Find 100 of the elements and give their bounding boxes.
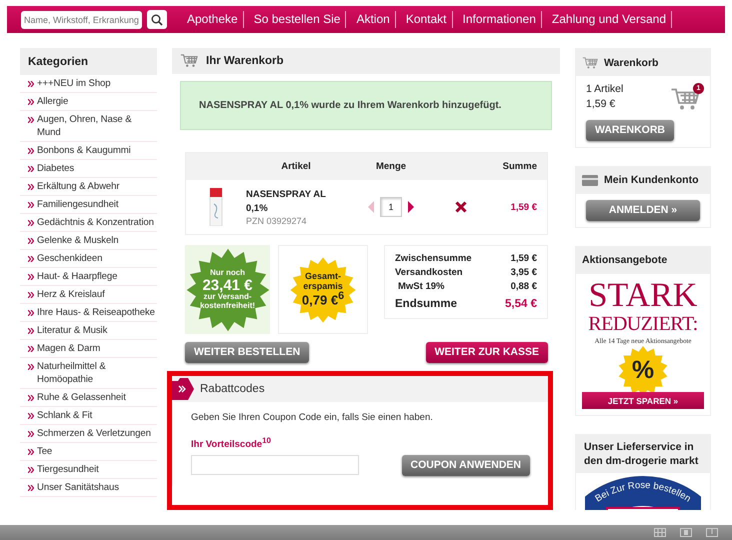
remove-icon[interactable] bbox=[455, 201, 467, 214]
badge-text: 23,41 € bbox=[201, 278, 254, 294]
book-view-icon[interactable] bbox=[706, 528, 718, 537]
category-link[interactable]: Gedächtnis & Konzentration bbox=[20, 214, 157, 232]
nav-link[interactable]: Apotheke bbox=[182, 11, 244, 28]
badge-text: 0,79 €$^{6}$ bbox=[302, 291, 344, 307]
promo-headline: STARK bbox=[588, 278, 698, 312]
search-button[interactable] bbox=[147, 10, 167, 29]
login-button[interactable]: ANMELDEN » bbox=[586, 200, 700, 220]
nav-link[interactable]: Informationen bbox=[458, 11, 542, 28]
coupon-hint: Geben Sie Ihren Coupon Code ein, falls Sie einen haben. bbox=[191, 412, 434, 423]
grid-view-icon[interactable] bbox=[654, 528, 666, 537]
offers-heading: Aktionsangebote bbox=[576, 246, 710, 274]
category-link[interactable]: Erkältung & Abwehr bbox=[20, 178, 157, 196]
nav-link[interactable]: Aktion bbox=[351, 11, 396, 28]
success-message: NASENSPRAY AL 0,1% wurde zu Ihrem Warenkorb hinzugefügt. bbox=[180, 81, 552, 130]
nav-link[interactable]: So bestellen Sie bbox=[248, 11, 346, 28]
nav-link[interactable]: Kontakt bbox=[400, 11, 453, 28]
item-sum: 1,59 € bbox=[510, 202, 538, 213]
apply-coupon-button[interactable]: COUPON ANWENDEN bbox=[402, 454, 530, 476]
badge-text: Nur noch bbox=[208, 269, 246, 278]
chevron-icon bbox=[28, 148, 34, 154]
category-link[interactable]: Bonbons & Kaugummi bbox=[20, 142, 157, 160]
total-value: 1,59 € bbox=[510, 252, 537, 266]
category-link[interactable]: Tee bbox=[20, 443, 157, 461]
category-link[interactable]: Allergie bbox=[20, 93, 157, 111]
chevron-icon bbox=[28, 81, 34, 87]
product-name[interactable]: NASENSPRAY AL 0,1% bbox=[246, 188, 346, 216]
chevron-icon bbox=[28, 274, 34, 280]
account-title: Mein Kundenkonto bbox=[604, 174, 698, 186]
category-link[interactable]: Haut- & Haarpflege bbox=[20, 268, 157, 286]
shopping-cart-icon bbox=[582, 56, 598, 68]
chevron-icon bbox=[28, 328, 34, 334]
chevron-icon bbox=[28, 467, 34, 473]
chevron-icon bbox=[28, 202, 34, 208]
category-link[interactable]: Schmerzen & Verletzungen bbox=[20, 425, 157, 443]
coupon-label: Ihr Vorteilscode$^{10}$ bbox=[191, 436, 272, 450]
category-link[interactable]: Ruhe & Gelassenheit bbox=[20, 389, 157, 407]
total-label: Endsumme bbox=[395, 297, 457, 312]
total-label: Zwischensumme bbox=[395, 252, 472, 266]
badge-text: kostenfreiheit! bbox=[200, 302, 256, 310]
coupon-title: Rabattcodes bbox=[200, 382, 265, 395]
category-link[interactable]: Schlank & Fit bbox=[20, 407, 157, 425]
chevron-icon bbox=[28, 184, 34, 190]
promo-subheadline: REDUZIERT: bbox=[587, 312, 699, 336]
category-link[interactable]: Diabetes bbox=[20, 160, 157, 178]
quantity-field[interactable]: 1 bbox=[380, 197, 402, 218]
increase-arrow-icon[interactable] bbox=[408, 201, 414, 214]
product-image bbox=[209, 188, 223, 226]
category-link[interactable]: Familiengesundheit bbox=[20, 196, 157, 214]
chevron-icon bbox=[28, 310, 34, 316]
chevron-icon bbox=[28, 166, 34, 172]
nav-link[interactable]: Zahlung und Versand bbox=[546, 11, 672, 28]
cart-count: 1 Artikel bbox=[586, 82, 624, 97]
category-link[interactable]: Ihre Haus- & Reiseapotheke bbox=[20, 304, 157, 322]
cart-widget-title: Warenkorb bbox=[604, 56, 658, 68]
column-header: Artikel bbox=[280, 161, 312, 172]
category-link[interactable]: +++NEU im Shop bbox=[20, 75, 157, 93]
chevron-icon bbox=[28, 256, 34, 262]
chevron-icon bbox=[28, 431, 34, 437]
category-link[interactable]: Gelenke & Muskeln bbox=[20, 232, 157, 250]
starburst-shape bbox=[289, 256, 357, 324]
card-icon bbox=[582, 174, 598, 186]
coupon-code-field[interactable] bbox=[191, 455, 359, 476]
search-field[interactable]: Name, Wirkstoff, Erkrankung bbox=[21, 10, 142, 28]
chevron-icon bbox=[28, 292, 34, 298]
chevron-icon bbox=[28, 364, 34, 370]
column-header: Menge bbox=[374, 161, 408, 172]
chevron-icon bbox=[28, 238, 34, 244]
category-link[interactable]: Augen, Ohren, Nase & Mund bbox=[20, 111, 157, 142]
chevron-icon bbox=[28, 413, 34, 419]
search-icon bbox=[151, 14, 163, 26]
badge-text: erspamis bbox=[302, 282, 344, 292]
total-value: 0,88 € bbox=[510, 280, 537, 294]
category-link[interactable]: Geschenkideen bbox=[20, 250, 157, 268]
total-label: MwSt 19% bbox=[397, 280, 444, 294]
chevron-icon bbox=[28, 117, 34, 123]
category-link[interactable]: Naturheilmittel & Homöopathie bbox=[20, 358, 157, 389]
category-link[interactable]: Herz & Kreislauf bbox=[20, 286, 157, 304]
continue-shopping-button[interactable]: WEITER BESTELLEN bbox=[185, 342, 310, 363]
chevron-icon bbox=[28, 220, 34, 226]
chevron-icon bbox=[28, 395, 34, 401]
category-link[interactable]: Unser Sanitätshaus bbox=[20, 479, 157, 497]
product-pzn: PZN 03929274 bbox=[246, 216, 308, 226]
badge-text: zur Versand- bbox=[202, 293, 252, 302]
category-link[interactable]: Tiergesundheit bbox=[20, 461, 157, 479]
total-label: Versandkosten bbox=[395, 266, 463, 280]
cart-button[interactable]: WARENKORB bbox=[586, 120, 674, 140]
chevron-icon bbox=[28, 346, 34, 352]
checkout-button[interactable]: WEITER ZUR KASSE bbox=[426, 342, 548, 363]
promo-button[interactable]: JETZT SPAREN » bbox=[582, 392, 704, 409]
shopping-cart-icon bbox=[180, 54, 198, 68]
chevron-icon bbox=[28, 99, 34, 105]
badge-text: Gesamt- bbox=[304, 272, 342, 282]
category-link[interactable]: Literatur & Musik bbox=[20, 322, 157, 340]
chevron-icon bbox=[28, 485, 34, 491]
total-value: 5,54 € bbox=[505, 297, 537, 312]
chevron-icon bbox=[28, 449, 34, 455]
category-link[interactable]: Magen & Darm bbox=[20, 340, 157, 358]
page-view-icon[interactable] bbox=[680, 528, 692, 537]
